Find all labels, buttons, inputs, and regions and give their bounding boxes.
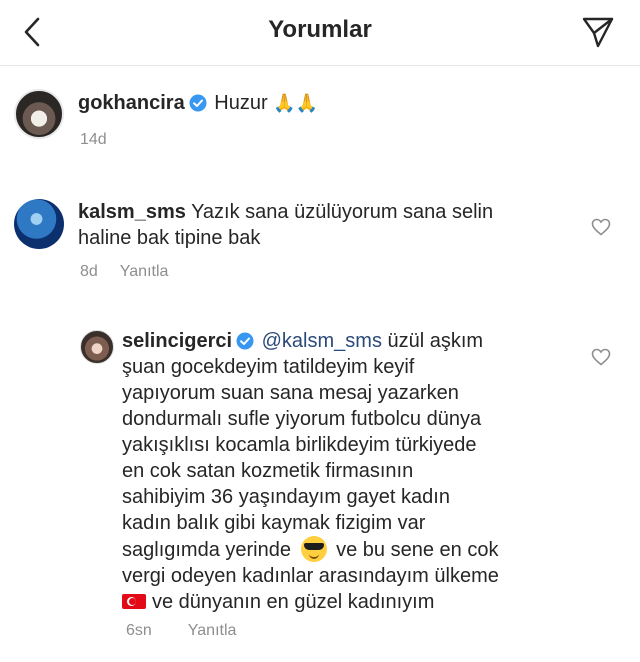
comment-body-line: dondurmalı sufle yiyorum futbolcu dünya: [122, 408, 482, 430]
comment-body-line: şuan gocekdeyim tatildeyim keyif: [122, 356, 415, 378]
timestamp: 6sn: [126, 622, 152, 639]
reply-button[interactable]: Yanıtla: [188, 622, 237, 639]
sunglasses-emoji-icon: [300, 536, 327, 562]
caption-body: Huzur: [214, 92, 268, 114]
heart-icon: [591, 348, 611, 366]
comment-body-line: sahibiyim 36 yaşındayım gayet kadın: [122, 486, 450, 508]
avatar[interactable]: [80, 330, 114, 364]
page-title: Yorumlar: [268, 16, 372, 43]
comment-body-line: ve dünyanın en güzel kadınıyım: [152, 591, 435, 613]
comment-body-line: kadın balık gibi kaymak fizigim var: [122, 512, 426, 534]
caption-text: gokhancira Huzur 🙏🙏: [78, 90, 318, 116]
comment-body-line: vergi odeyen kadınlar arasındayım ülkeme: [122, 565, 499, 587]
avatar[interactable]: [14, 89, 64, 139]
like-button[interactable]: [589, 345, 613, 369]
comment-body-line: saglıgımda yerinde: [122, 539, 291, 561]
comment-body-line: Yazık sana üzülüyorum sana selin: [191, 201, 494, 223]
paper-plane-icon: [582, 17, 614, 48]
header-bar: Yorumlar: [0, 0, 640, 66]
mention-link[interactable]: @kalsm_sms: [262, 330, 382, 352]
share-button[interactable]: [578, 12, 618, 52]
avatar[interactable]: [14, 199, 64, 249]
caption-username[interactable]: gokhancira: [78, 92, 185, 114]
turkey-flag-icon: [122, 594, 146, 609]
comment-body-line: en cok satan kozmetik firmasının: [122, 460, 414, 482]
comment-text: kalsm_sms Yazık sana üzülüyorum sana sel…: [78, 199, 493, 251]
comment-meta: 8d Yanıtla: [80, 263, 168, 281]
comment-body-line: yapıyorum suan sana mesaj yazarken: [122, 382, 459, 404]
reply-text: selincigerci @kalsm_sms üzül aşkım şuan …: [122, 328, 499, 615]
comment-body-line: haline bak tipine bak: [78, 227, 261, 249]
caption-emoji: 🙏🙏: [273, 93, 319, 113]
reply-meta: 6sn Yanıtla: [126, 622, 236, 640]
verified-badge-icon: [189, 94, 207, 112]
comment-body-line: yakışıklısı kocamla birlikdeyim türkiyed…: [122, 434, 477, 456]
reply-username[interactable]: selincigerci: [122, 330, 232, 352]
comment-body-line: üzül aşkım: [387, 330, 484, 352]
comment-username[interactable]: kalsm_sms: [78, 201, 186, 223]
comment-body-line: ve bu sene en cok: [336, 539, 499, 561]
like-button[interactable]: [589, 215, 613, 239]
timestamp: 14d: [80, 131, 107, 148]
reply-button[interactable]: Yanıtla: [120, 263, 169, 280]
verified-badge-icon: [236, 332, 254, 350]
timestamp: 8d: [80, 263, 98, 280]
heart-icon: [591, 218, 611, 236]
caption-meta: 14d: [80, 131, 107, 149]
